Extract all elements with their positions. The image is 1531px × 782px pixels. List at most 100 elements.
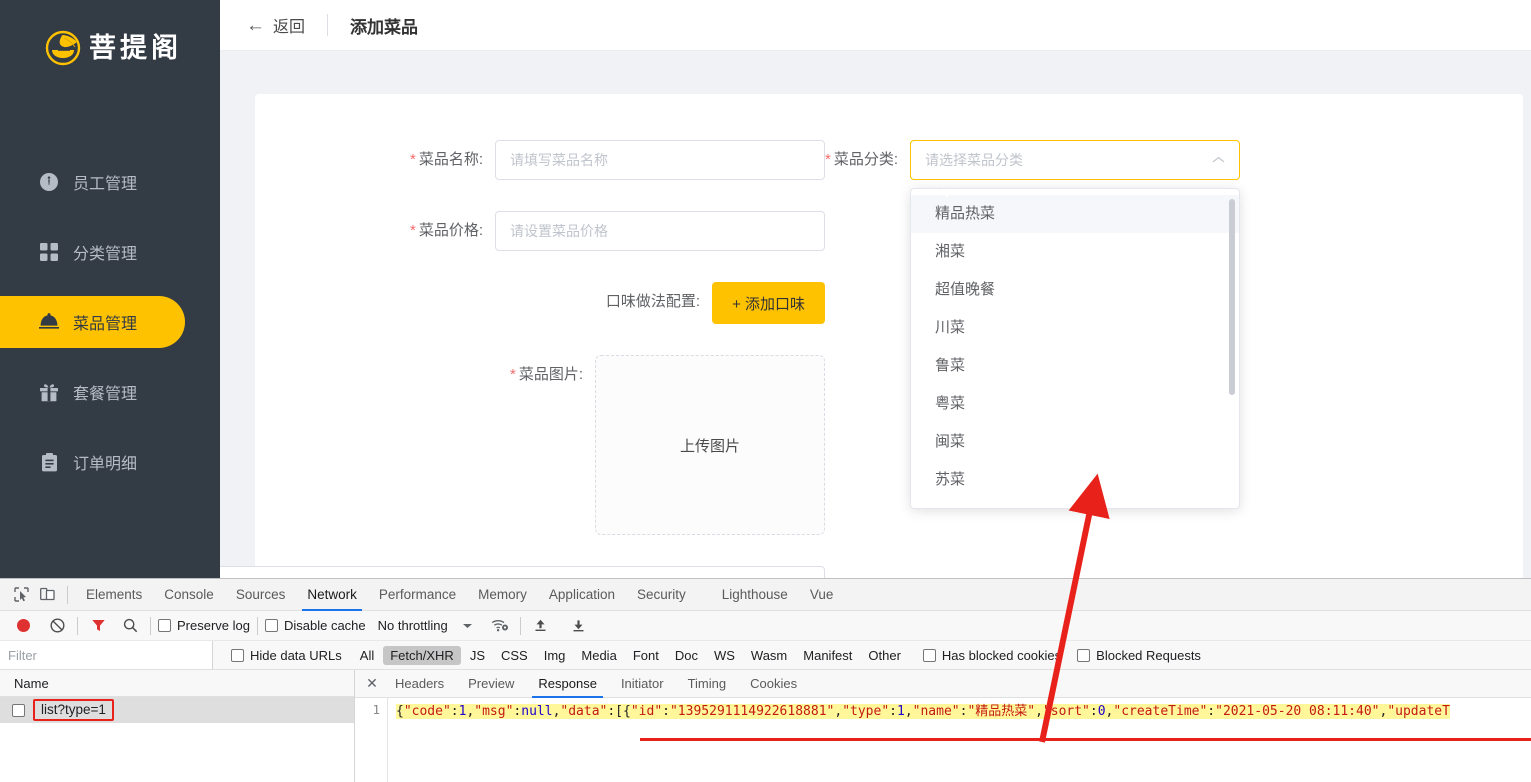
filter-type-doc[interactable]: Doc [668, 646, 705, 665]
dropdown-option[interactable]: 湘菜 [911, 233, 1239, 271]
category-select[interactable]: 请选择菜品分类 [910, 140, 1241, 180]
field-label: * 菜品价格: [409, 222, 483, 239]
tab-application[interactable]: Application [538, 579, 626, 611]
dropdown-option[interactable]: 闽菜 [911, 423, 1239, 461]
gift-box-icon [38, 381, 60, 403]
tab-vue[interactable]: Vue [799, 579, 845, 611]
required-marker: * [509, 366, 516, 383]
add-taste-button[interactable]: + 添加口味 [712, 282, 825, 324]
devtools-tabbar: Elements Console Sources Network Perform… [0, 579, 1531, 611]
category-select-wrap: 请选择菜品分类 精品热菜 湘菜 超值晚餐 川菜 鲁菜 粤菜 闽菜 苏菜 [910, 140, 1241, 509]
form-row-4: * 菜品图片: 上传图片 [255, 355, 1523, 535]
detail-tab-timing[interactable]: Timing [676, 670, 739, 698]
filter-type-other[interactable]: Other [861, 646, 908, 665]
dish-price-input[interactable] [495, 211, 825, 251]
filter-type-manifest[interactable]: Manifest [796, 646, 859, 665]
filter-type-all[interactable]: All [353, 646, 381, 665]
tab-security[interactable]: Security [626, 579, 697, 611]
detail-tab-initiator[interactable]: Initiator [609, 670, 676, 698]
detail-tabbar: ✕ Headers Preview Response Initiator Tim… [355, 670, 1531, 698]
filter-funnel-icon[interactable] [85, 614, 111, 638]
inspect-element-icon[interactable] [8, 583, 34, 607]
detail-tab-response[interactable]: Response [526, 670, 609, 698]
sidebar-item-label: 订单明细 [73, 456, 138, 473]
has-blocked-cookies-checkbox[interactable]: Has blocked cookies [922, 648, 1061, 663]
field-dish-image: * 菜品图片: 上传图片 [510, 355, 825, 535]
hide-data-urls-checkbox[interactable]: Hide data URLs [231, 648, 342, 663]
clipboard-icon [38, 451, 60, 473]
back-button[interactable]: ← 返回 [246, 13, 305, 37]
network-filterbar: Hide data URLs All Fetch/XHR JS CSS Img … [0, 641, 1531, 670]
network-filter-input[interactable] [0, 641, 213, 669]
required-marker: * [825, 151, 831, 168]
export-har-icon[interactable] [566, 614, 592, 638]
dropdown-option[interactable]: 超值晚餐 [911, 271, 1239, 309]
clear-network-icon[interactable] [44, 614, 70, 638]
caret-down-icon[interactable] [455, 614, 481, 638]
disable-cache-checkbox[interactable]: Disable cache [264, 618, 366, 633]
record-button-icon[interactable] [10, 614, 36, 638]
dropdown-option[interactable]: 川菜 [911, 309, 1239, 347]
dropdown-option[interactable]: 粤菜 [911, 385, 1239, 423]
table-row[interactable]: list?type=1 [0, 697, 354, 723]
filter-type-fetch-xhr[interactable]: Fetch/XHR [383, 645, 461, 665]
dropdown-scrollbar[interactable] [1229, 199, 1236, 395]
line-number: 1 [355, 698, 388, 782]
network-conditions-icon[interactable] [487, 614, 513, 638]
sidebar-item-order[interactable]: 订单明细 [0, 436, 220, 488]
toolbar-divider-4 [519, 616, 521, 635]
sidebar-item-label: 分类管理 [73, 246, 138, 263]
preserve-log-checkbox[interactable]: Preserve log [158, 618, 250, 633]
filter-type-css[interactable]: CSS [494, 646, 535, 665]
sidebar-item-dish[interactable]: 菜品管理 [0, 296, 185, 348]
chevron-up-icon [1212, 155, 1225, 166]
dropdown-option[interactable]: 鲁菜 [911, 347, 1239, 385]
filter-type-font[interactable]: Font [626, 646, 666, 665]
tab-network[interactable]: Network [296, 579, 368, 611]
request-name: list?type=1 [33, 699, 114, 721]
tab-console[interactable]: Console [153, 579, 225, 611]
back-button-label: 返回 [273, 19, 306, 36]
dropdown-option[interactable]: 苏菜 [911, 461, 1239, 499]
dropdown-option-list: 精品热菜 湘菜 超值晚餐 川菜 鲁菜 粤菜 闽菜 苏菜 [911, 189, 1240, 499]
blocked-requests-checkbox[interactable]: Blocked Requests [1077, 648, 1201, 663]
detail-tab-cookies[interactable]: Cookies [738, 670, 809, 698]
checkbox-box [922, 648, 936, 662]
detail-tab-preview[interactable]: Preview [456, 670, 526, 698]
field-label: 口味做法配置: [605, 293, 701, 310]
filter-type-js[interactable]: JS [463, 646, 492, 665]
sidebar-item-employee[interactable]: 员工管理 [0, 156, 220, 208]
device-toolbar-icon[interactable] [34, 583, 60, 607]
tab-performance[interactable]: Performance [368, 579, 467, 611]
field-taste-config: 口味做法配置: + 添加口味 [606, 282, 825, 324]
import-har-icon[interactable] [528, 614, 554, 638]
dropdown-option[interactable]: 精品热菜 [911, 195, 1240, 233]
response-json-line: {"code":1,"msg":null,"data":[{"id":"1395… [396, 704, 1450, 719]
hide-data-urls-label: Hide data URLs [250, 647, 342, 663]
checkbox-box [231, 648, 244, 662]
tab-elements[interactable]: Elements [75, 579, 153, 611]
sidebar-item-category[interactable]: 分类管理 [0, 226, 220, 278]
dish-description-textarea[interactable] [220, 566, 825, 578]
filter-type-ws[interactable]: WS [707, 646, 742, 665]
tab-sources[interactable]: Sources [225, 579, 297, 611]
detail-tab-headers[interactable]: Headers [383, 670, 456, 698]
form-card: *菜品名称: *菜品分类: 请选择菜品分类 [220, 94, 1523, 578]
row-checkbox[interactable] [12, 703, 25, 717]
close-icon[interactable]: ✕ [361, 675, 383, 692]
tab-memory[interactable]: Memory [467, 579, 538, 611]
throttling-select[interactable]: No throttling [378, 618, 448, 633]
filter-type-wasm[interactable]: Wasm [744, 646, 794, 665]
filter-type-media[interactable]: Media [574, 646, 623, 665]
dish-name-input[interactable] [495, 140, 825, 180]
sidebar-item-setmeal[interactable]: 套餐管理 [0, 366, 220, 418]
tab-lighthouse[interactable]: Lighthouse [711, 579, 799, 611]
checkbox-box [158, 619, 171, 632]
toolbar-divider-2 [150, 616, 151, 635]
image-uploader[interactable]: 上传图片 [595, 355, 825, 535]
page-title: 添加菜品 [350, 17, 419, 37]
dish-cloche-icon [38, 311, 60, 333]
image-uploader-label: 上传图片 [679, 437, 740, 455]
filter-type-img[interactable]: Img [537, 646, 573, 665]
search-icon[interactable] [117, 614, 143, 638]
